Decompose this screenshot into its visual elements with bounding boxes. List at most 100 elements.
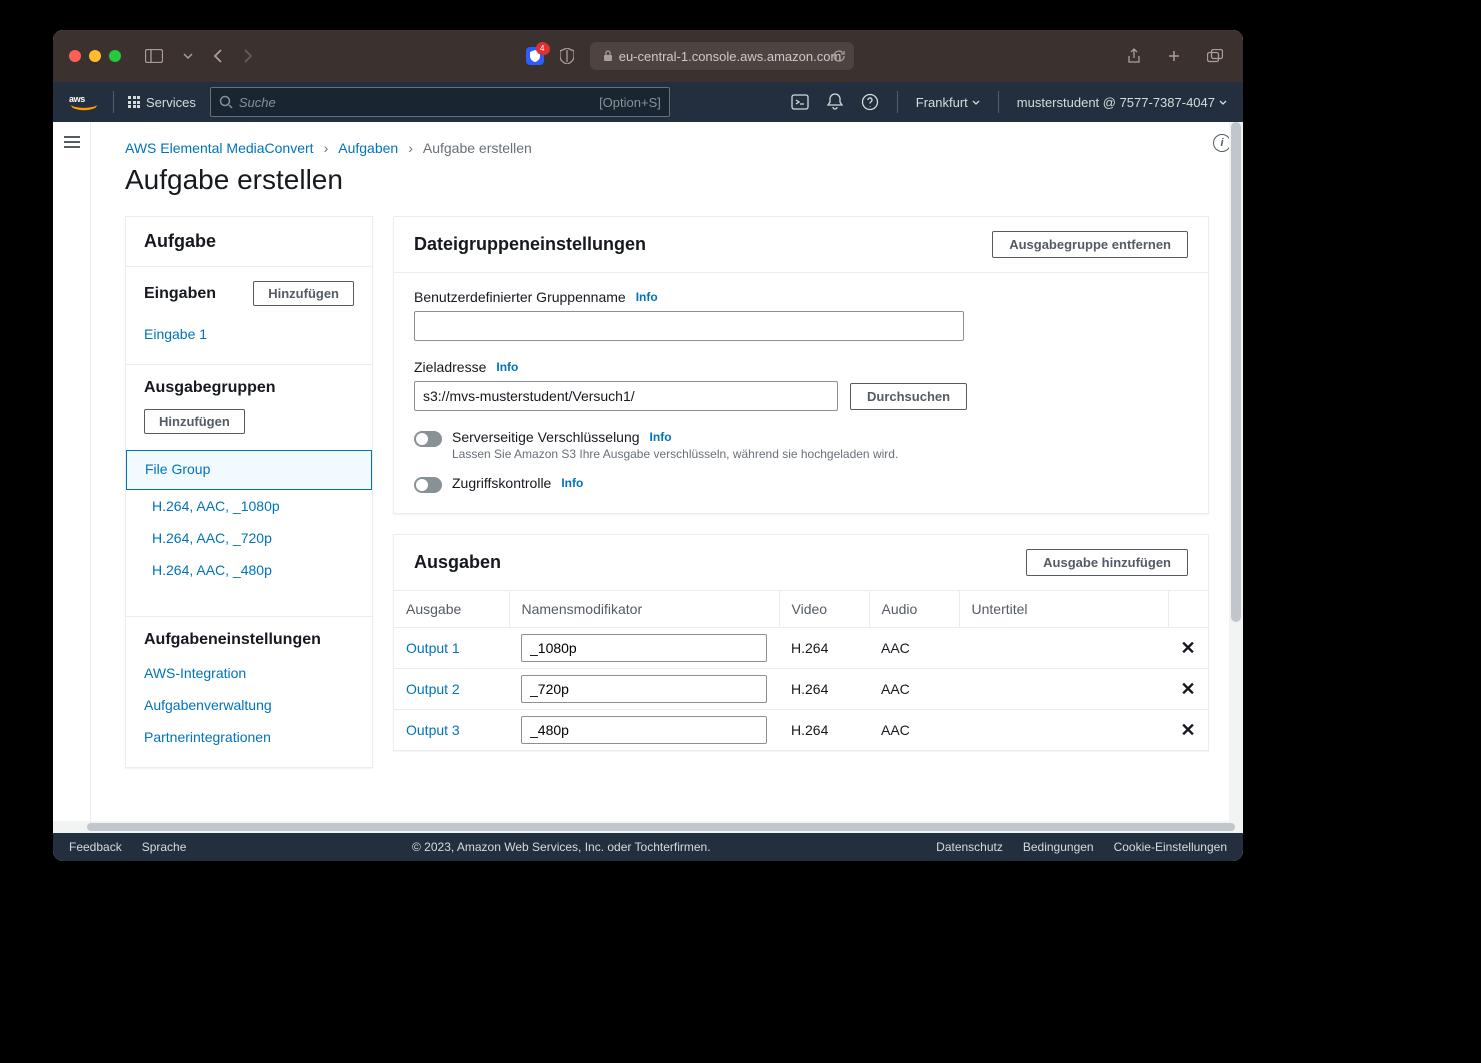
region-selector[interactable]: Frankfurt (916, 95, 980, 110)
sidebar-output-item[interactable]: H.264, AAC, _1080p (152, 490, 354, 522)
table-row: Output 1 H.264 AAC ✕ (394, 628, 1208, 669)
maximize-window-button[interactable] (109, 50, 121, 62)
chevron-down-icon (972, 100, 980, 105)
grid-icon (128, 96, 140, 108)
scrollbar-thumb[interactable] (87, 823, 1235, 831)
collapse-rail (53, 122, 91, 821)
group-name-input[interactable] (414, 311, 964, 341)
privacy-shield-icon[interactable] (556, 44, 578, 68)
services-menu[interactable]: Services (128, 95, 196, 110)
lock-icon (603, 50, 613, 62)
account-selector[interactable]: musterstudent @ 7577-7387-4047 (1017, 95, 1227, 110)
cookies-link[interactable]: Cookie-Einstellungen (1114, 840, 1227, 854)
reload-icon[interactable] (832, 49, 846, 63)
subtitle-cell (959, 628, 1168, 669)
encryption-toggle[interactable] (414, 431, 442, 447)
output-groups-title: Ausgabegruppen (144, 379, 354, 397)
group-name-label: Benutzerdefinierter Gruppenname (414, 289, 626, 305)
help-icon[interactable] (861, 93, 879, 111)
close-window-button[interactable] (69, 50, 81, 62)
table-row: Output 3 H.264 AAC ✕ (394, 710, 1208, 751)
add-input-button[interactable]: Hinzufügen (253, 281, 354, 306)
tabs-overview-icon[interactable] (1203, 44, 1227, 68)
search-icon (219, 95, 233, 109)
add-output-button[interactable]: Ausgabe hinzufügen (1026, 549, 1188, 576)
info-link[interactable]: Info (496, 360, 518, 374)
sidebar-output-item[interactable]: H.264, AAC, _720p (152, 522, 354, 554)
subtitle-cell (959, 710, 1168, 751)
hamburger-icon[interactable] (64, 136, 80, 148)
language-link[interactable]: Sprache (142, 840, 187, 854)
sidebar-settings-item[interactable]: Partnerintegrationen (144, 721, 354, 753)
name-modifier-input[interactable] (521, 716, 767, 744)
sidebar-toggle-icon[interactable] (141, 45, 167, 67)
col-remove (1168, 591, 1208, 628)
new-tab-icon[interactable] (1163, 44, 1185, 68)
services-label: Services (146, 95, 196, 110)
sidebar-title: Aufgabe (126, 217, 372, 267)
breadcrumb-root[interactable]: AWS Elemental MediaConvert (125, 140, 314, 156)
access-control-toggle[interactable] (414, 477, 442, 493)
extension-icon[interactable]: 4 (526, 47, 544, 65)
job-settings-title: Aufgabeneinstellungen (144, 631, 354, 649)
name-modifier-input[interactable] (521, 634, 767, 662)
sidebar-input-item[interactable]: Eingabe 1 (144, 318, 354, 350)
output-link[interactable]: Output 2 (406, 681, 460, 697)
search-input[interactable]: Suche [Option+S] (210, 87, 670, 117)
forward-button[interactable] (239, 45, 257, 67)
sidebar-output-group-selected[interactable]: File Group (126, 450, 372, 490)
audio-codec: AAC (869, 669, 959, 710)
divider (998, 91, 999, 113)
notifications-icon[interactable] (827, 93, 843, 111)
file-group-link[interactable]: File Group (145, 461, 210, 477)
remove-output-group-button[interactable]: Ausgabegruppe entfernen (992, 231, 1188, 258)
breadcrumb: AWS Elemental MediaConvert › Aufgaben › … (125, 140, 1209, 156)
privacy-link[interactable]: Datenschutz (936, 840, 1003, 854)
feedback-link[interactable]: Feedback (69, 840, 122, 854)
sidebar-output-item[interactable]: H.264, AAC, _480p (152, 554, 354, 586)
browse-button[interactable]: Durchsuchen (850, 383, 967, 410)
vertical-scrollbar[interactable] (1229, 122, 1243, 821)
info-link[interactable]: Info (650, 430, 672, 444)
terms-link[interactable]: Bedingungen (1023, 840, 1094, 854)
remove-output-icon[interactable]: ✕ (1168, 628, 1208, 669)
horizontal-scrollbar[interactable] (53, 821, 1243, 833)
encryption-label: Serverseitige Verschlüsselung (452, 429, 640, 445)
copyright-text: © 2023, Amazon Web Services, Inc. oder T… (206, 840, 916, 854)
breadcrumb-level1[interactable]: Aufgaben (338, 140, 398, 156)
col-video: Video (779, 591, 869, 628)
aws-footer: Feedback Sprache © 2023, Amazon Web Serv… (53, 833, 1243, 861)
minimize-window-button[interactable] (89, 50, 101, 62)
extension-badge: 4 (536, 42, 549, 55)
audio-codec: AAC (869, 628, 959, 669)
sidebar-settings-item[interactable]: AWS-Integration (144, 657, 354, 689)
remove-output-icon[interactable]: ✕ (1168, 710, 1208, 751)
divider (897, 91, 898, 113)
video-codec: H.264 (779, 710, 869, 751)
breadcrumb-current: Aufgabe erstellen (423, 140, 532, 156)
video-codec: H.264 (779, 628, 869, 669)
url-bar[interactable]: eu-central-1.console.aws.amazon.com (590, 42, 855, 70)
chevron-down-icon[interactable] (179, 49, 197, 63)
search-hint: [Option+S] (599, 95, 661, 110)
job-sidebar: Aufgabe Eingaben Hinzufügen Eingabe 1 Au… (125, 216, 373, 768)
window-controls (69, 50, 121, 62)
output-link[interactable]: Output 1 (406, 640, 460, 656)
fg-settings-title: Dateigruppeneinstellungen (414, 234, 646, 255)
info-link[interactable]: Info (561, 476, 583, 490)
content-scroll[interactable]: i AWS Elemental MediaConvert › Aufgaben … (91, 122, 1243, 821)
destination-input[interactable] (414, 381, 838, 411)
sidebar-settings-item[interactable]: Aufgabenverwaltung (144, 689, 354, 721)
cloudshell-icon[interactable] (791, 93, 809, 111)
info-link[interactable]: Info (636, 290, 658, 304)
aws-header: aws Services Suche [Option+S] Frankfurt (53, 82, 1243, 122)
name-modifier-input[interactable] (521, 675, 767, 703)
aws-logo[interactable]: aws (69, 93, 99, 111)
safari-window: 4 eu-central-1.console.aws.amazon.com (53, 30, 1243, 861)
output-link[interactable]: Output 3 (406, 722, 460, 738)
remove-output-icon[interactable]: ✕ (1168, 669, 1208, 710)
share-icon[interactable] (1123, 44, 1145, 68)
back-button[interactable] (209, 45, 227, 67)
add-output-group-button[interactable]: Hinzufügen (144, 409, 245, 434)
scrollbar-thumb[interactable] (1231, 122, 1241, 622)
